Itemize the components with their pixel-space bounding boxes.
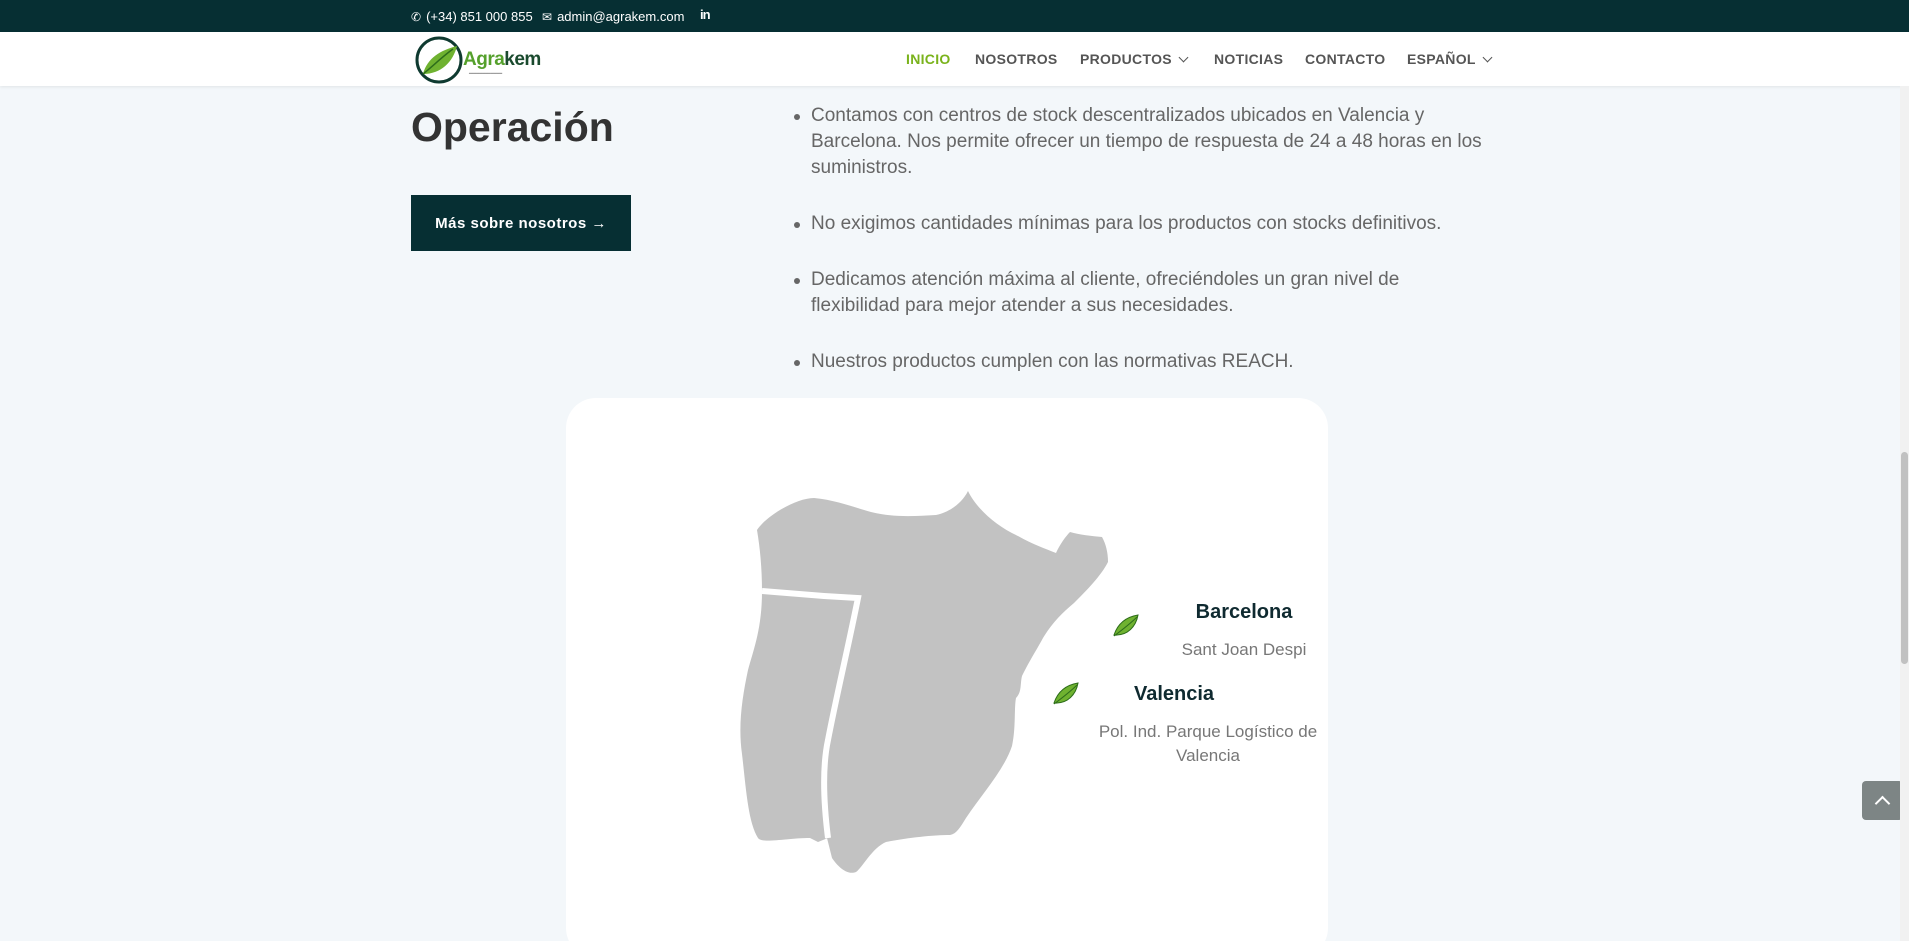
locations-map-card: Barcelona Sant Joan Despi Valencia Pol. …: [566, 398, 1328, 941]
email-address: admin@agrakem.com: [557, 9, 685, 24]
nav-language[interactable]: ESPAÑOL: [1407, 51, 1493, 67]
chevron-down-icon: [1482, 52, 1493, 62]
linkedin-icon[interactable]: in: [700, 7, 711, 22]
list-item: Nuestros productos cumplen con las norma…: [792, 349, 1492, 375]
features-list: Contamos con centros de stock descentral…: [792, 103, 1492, 405]
phone-number: (+34) 851 000 855: [426, 9, 533, 24]
more-about-us-button[interactable]: Más sobre nosotros →: [411, 195, 631, 251]
location-city-barcelona: Barcelona: [1195, 601, 1293, 623]
scrollbar-thumb[interactable]: [1901, 452, 1908, 664]
leaf-icon[interactable]: [1113, 614, 1139, 637]
site-logo[interactable]: Agrakem ━━━━━━━━━━━: [413, 34, 553, 84]
list-item: No exigimos cantidades mínimas para los …: [792, 211, 1492, 237]
chevron-up-icon: [1874, 795, 1891, 812]
nav-nosotros[interactable]: NOSOTROS: [975, 51, 1058, 67]
section-heading: Operación: [411, 104, 614, 150]
top-bar: ✆ (+34) 851 000 855 ✉ admin@agrakem.com …: [0, 0, 1909, 32]
iberia-map: [740, 491, 1139, 873]
list-item: Contamos con centros de stock descentral…: [792, 103, 1492, 181]
email-contact[interactable]: ✉ admin@agrakem.com: [542, 9, 684, 24]
back-to-top-button[interactable]: [1862, 781, 1903, 820]
logo-leaf-icon: [415, 36, 463, 84]
logo-tagline: ━━━━━━━━━━━: [469, 71, 503, 77]
mail-icon: ✉: [542, 9, 553, 24]
location-detail-valencia: Pol. Ind. Parque Logístico de Valencia: [1098, 722, 1318, 765]
nav-productos[interactable]: PRODUCTOS: [1080, 51, 1189, 67]
nav-noticias[interactable]: NOTICIAS: [1214, 51, 1283, 67]
location-city-valencia: Valencia: [1133, 683, 1215, 705]
main-header: Agrakem ━━━━━━━━━━━ INICIO NOSOTROS PROD…: [0, 32, 1909, 86]
leaf-icon[interactable]: [1053, 682, 1079, 705]
list-item: Dedicamos atención máxima al cliente, of…: [792, 267, 1492, 319]
phone-icon: ✆: [411, 9, 422, 24]
nav-inicio[interactable]: INICIO: [906, 51, 951, 67]
phone-contact[interactable]: ✆ (+34) 851 000 855: [411, 9, 533, 24]
logo-wordmark: Agrakem: [463, 49, 541, 70]
chevron-down-icon: [1178, 52, 1189, 62]
nav-contacto[interactable]: CONTACTO: [1305, 51, 1385, 67]
location-detail-barcelona: Sant Joan Despi: [1181, 640, 1307, 659]
